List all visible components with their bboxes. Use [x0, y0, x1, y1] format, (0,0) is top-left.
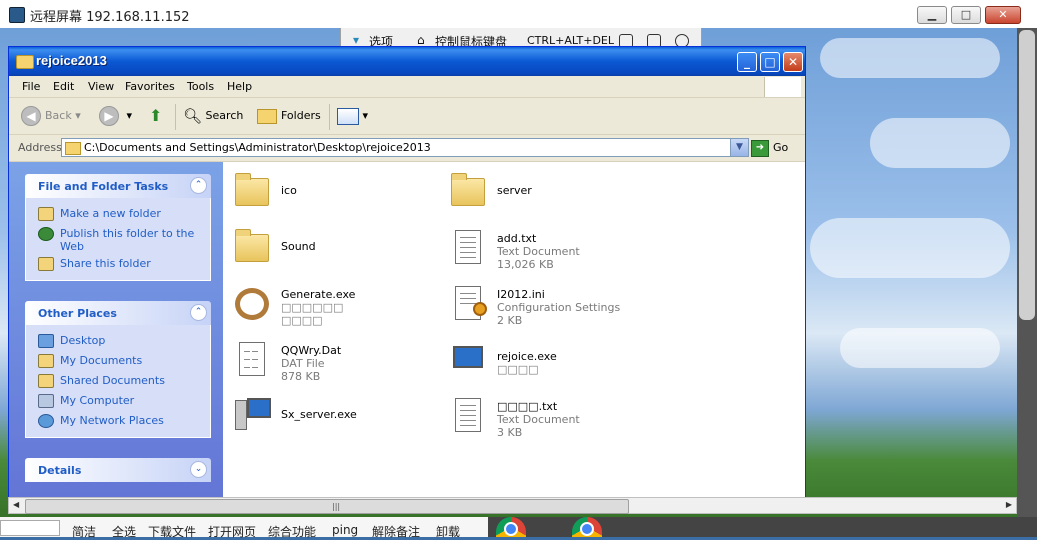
scroll-left-icon[interactable]: ◀	[13, 500, 19, 509]
monitor-icon	[247, 398, 271, 418]
collapse-icon[interactable]: ⌃	[190, 177, 207, 194]
explorer-window: rejoice2013 _ □ ✕ File Edit View Favorit…	[8, 46, 806, 514]
go-arrow-icon: ➜	[751, 139, 769, 157]
new-folder-icon	[38, 207, 54, 221]
shared-documents-icon	[38, 374, 54, 388]
remote-app-icon	[9, 7, 25, 23]
menu-view[interactable]: View	[88, 80, 114, 93]
file-list: ico server Sound add.txt Text Document 1…	[223, 162, 805, 498]
forward-arrow-icon: ▶	[99, 106, 119, 126]
mouse-icon: ⌂	[417, 33, 425, 47]
computer-icon	[38, 394, 54, 408]
other-places-panel: Other Places ⌃ Desktop My Documents Shar…	[25, 301, 211, 438]
standard-toolbar: ◀ Back ▾ ▶ ▾ ⬆ 🔍︎ Search Folders ▾	[9, 98, 805, 135]
menu-help[interactable]: Help	[227, 80, 252, 93]
address-input[interactable]: C:\Documents and Settings\Administrator\…	[61, 138, 749, 157]
details-header[interactable]: Details ⌄	[25, 458, 211, 482]
remote-title-bar: 远程屏幕 192.168.11.152 ▁ □ ✕	[0, 0, 1037, 29]
share-folder-icon	[38, 257, 54, 271]
places-header[interactable]: Other Places ⌃	[25, 301, 211, 325]
folder-icon	[16, 55, 34, 69]
windows-logo-icon	[764, 77, 801, 97]
forward-button[interactable]: ▶ ▾	[99, 105, 132, 127]
computer-tower-icon	[235, 400, 247, 430]
address-label: Address	[18, 141, 62, 154]
globe-icon	[38, 227, 54, 241]
place-shared-documents[interactable]: Shared Documents	[26, 371, 210, 391]
explorer-minimize-button[interactable]: _	[737, 52, 757, 72]
file-folder-tasks-panel: File and Folder Tasks ⌃ Make a new folde…	[25, 174, 211, 281]
up-folder-icon[interactable]: ⬆	[149, 105, 162, 127]
back-button[interactable]: ◀ Back ▾	[21, 105, 81, 127]
go-button[interactable]: ➜ Go	[751, 138, 797, 157]
address-bar: Address C:\Documents and Settings\Admini…	[9, 135, 805, 162]
address-dropdown-button[interactable]: ▼	[730, 139, 748, 156]
menu-favorites[interactable]: Favorites	[125, 80, 175, 93]
menu-edit[interactable]: Edit	[53, 80, 74, 93]
views-icon	[337, 107, 359, 125]
back-arrow-icon: ◀	[21, 106, 41, 126]
place-my-computer[interactable]: My Computer	[26, 391, 210, 411]
remote-screen-window: 远程屏幕 192.168.11.152 ▁ □ ✕ ▾ 选项 ⌂ 控制鼠标键盘 …	[0, 0, 1037, 540]
views-button[interactable]: ▾	[337, 105, 368, 127]
scroll-right-icon[interactable]: ▶	[1006, 500, 1012, 509]
tool-download[interactable]: 下载文件	[148, 523, 196, 540]
rope-icon	[235, 288, 269, 320]
background-photo-edge	[488, 517, 1037, 537]
tool-simple[interactable]: 简洁	[72, 523, 96, 540]
tool-functions[interactable]: 综合功能	[268, 523, 316, 540]
explorer-close-button[interactable]: ✕	[783, 52, 803, 72]
desktop-icon	[38, 334, 54, 348]
documents-icon	[38, 354, 54, 368]
tool-select-all[interactable]: 全选	[112, 523, 136, 540]
place-desktop[interactable]: Desktop	[26, 331, 210, 351]
chevron-down-icon: ▾	[353, 33, 360, 47]
remote-minimize-button[interactable]: ▁	[917, 6, 947, 24]
collapse-icon[interactable]: ⌃	[190, 304, 207, 321]
tasks-header[interactable]: File and Folder Tasks ⌃	[25, 174, 211, 198]
folder-icon	[235, 229, 269, 262]
tool-open-webpage[interactable]: 打开网页	[208, 523, 256, 540]
task-pane: File and Folder Tasks ⌃ Make a new folde…	[9, 162, 223, 498]
dat-file-icon	[239, 342, 265, 376]
remote-vertical-scrollbar[interactable]	[1019, 30, 1035, 320]
folders-button[interactable]: Folders	[257, 105, 321, 127]
task-make-new-folder[interactable]: Make a new folder	[26, 204, 210, 224]
task-share-folder[interactable]: Share this folder	[26, 254, 210, 274]
folders-icon	[257, 108, 277, 124]
remote-horizontal-scrollbar[interactable]: ◀ ||| ▶	[8, 497, 1017, 514]
menu-file[interactable]: File	[22, 80, 40, 93]
explorer-title: rejoice2013	[36, 53, 107, 68]
gear-icon	[473, 302, 487, 316]
network-icon	[38, 414, 54, 428]
search-button[interactable]: 🔍︎ Search	[183, 105, 243, 127]
explorer-title-bar: rejoice2013 _ □ ✕	[9, 47, 805, 76]
place-my-documents[interactable]: My Documents	[26, 351, 210, 371]
expand-icon[interactable]: ⌄	[190, 461, 207, 478]
folder-icon	[65, 142, 81, 155]
folder-icon	[451, 173, 485, 206]
remote-maximize-button[interactable]: □	[951, 6, 981, 24]
remote-close-button[interactable]: ✕	[985, 6, 1021, 24]
details-panel: Details ⌄	[25, 458, 211, 482]
explorer-maximize-button[interactable]: □	[760, 52, 780, 72]
local-search-input[interactable]	[0, 520, 60, 536]
place-my-network[interactable]: My Network Places	[26, 411, 210, 431]
text-document-icon	[455, 230, 481, 264]
scroll-thumb[interactable]: |||	[25, 499, 629, 514]
tool-remove-note[interactable]: 解除备注	[372, 523, 420, 540]
remote-title: 远程屏幕 192.168.11.152	[30, 10, 190, 25]
menu-bar: File Edit View Favorites Tools Help	[9, 76, 805, 98]
search-icon: 🔍︎	[183, 107, 203, 125]
menu-tools[interactable]: Tools	[187, 80, 214, 93]
text-document-icon	[455, 398, 481, 432]
remote-monitor-icon	[453, 346, 483, 368]
task-publish-web[interactable]: Publish this folder to the Web	[26, 224, 210, 254]
folder-icon	[235, 173, 269, 206]
tool-uninstall[interactable]: 卸载	[436, 523, 460, 540]
tool-ping[interactable]: ping	[332, 523, 358, 537]
